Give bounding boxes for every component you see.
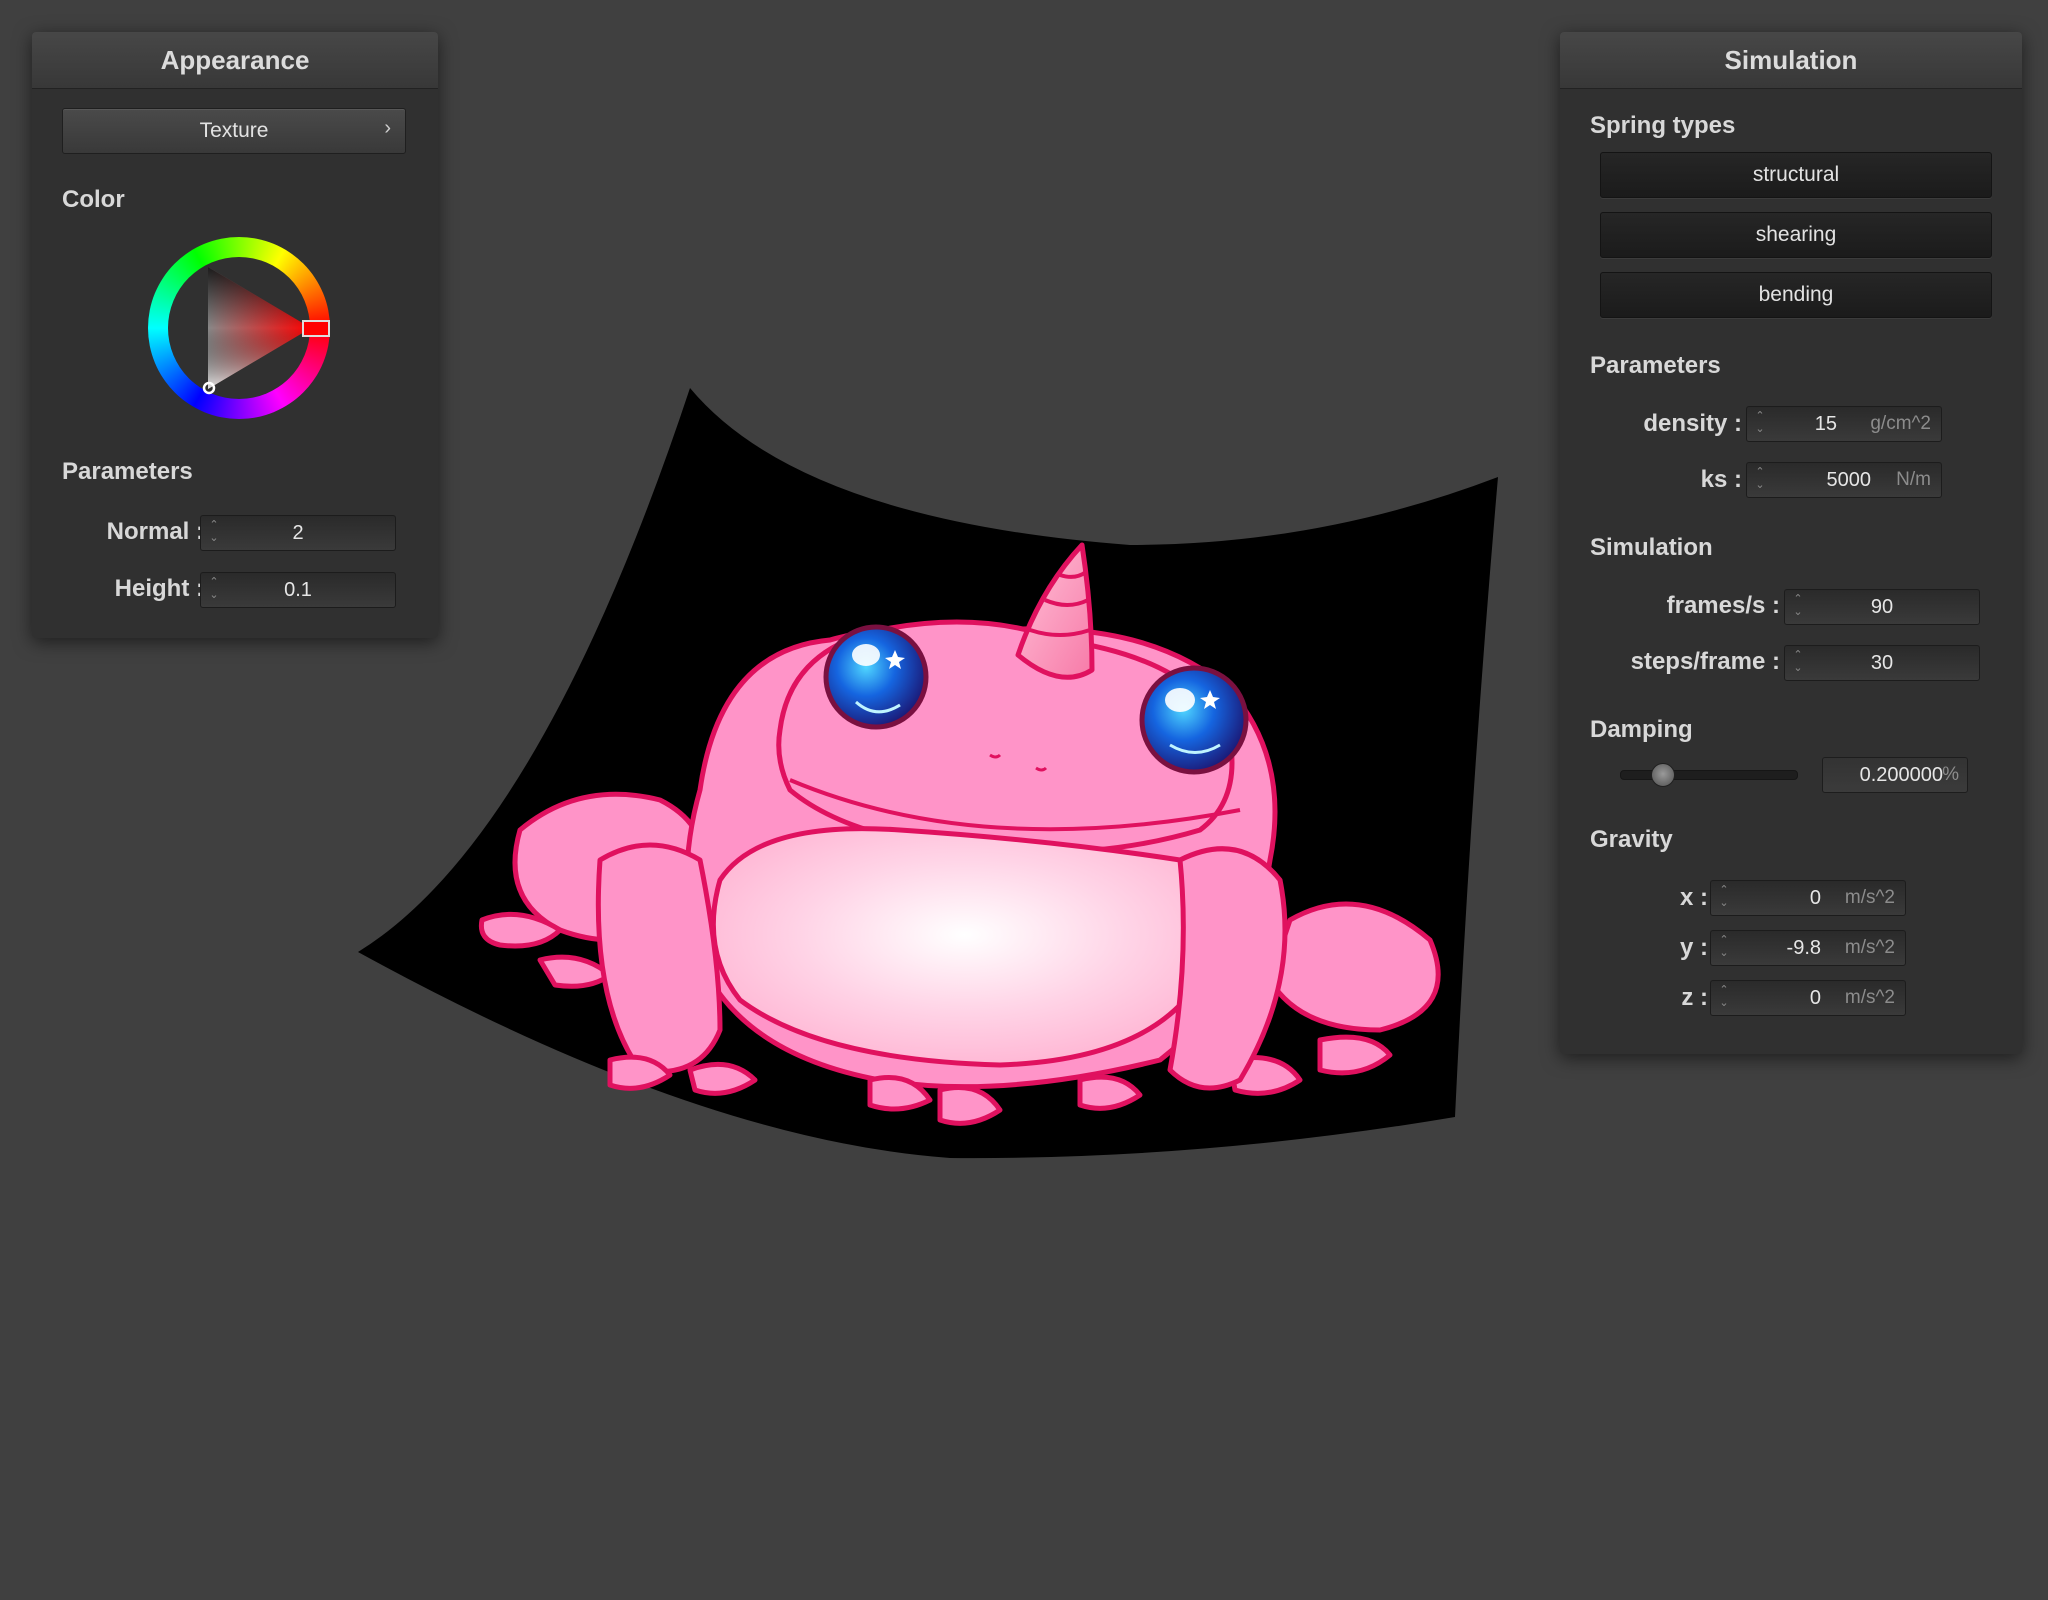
gravity-z-spinbox[interactable]: ⌃ ⌄ 0 m/s^2 [1710, 980, 1906, 1016]
gravity-x-value: 0 [1809, 887, 1821, 909]
damping-slider-knob[interactable] [1650, 763, 1675, 787]
up-down-arrows-icon[interactable]: ⌃ ⌄ [1753, 410, 1767, 438]
density-unit: g/cm^2 [1870, 413, 1931, 434]
ks-label: ks : [1700, 466, 1742, 493]
steps-per-frame-spinbox[interactable]: ⌃ ⌄ 30 [1784, 645, 1980, 681]
color-wheel[interactable] [148, 237, 330, 419]
damping-value: 0.200000 [1859, 764, 1943, 786]
ks-value: 5000 [1826, 469, 1872, 491]
texture-button[interactable]: Texture › [62, 108, 406, 154]
gravity-x-unit: m/s^2 [1844, 887, 1895, 908]
normal-value: 2 [292, 522, 304, 544]
gravity-y-value: -9.8 [1786, 937, 1821, 959]
ks-spinbox[interactable]: ⌃ ⌄ 5000 N/m [1746, 462, 1942, 498]
simulation-parameters-label: Parameters [1590, 352, 1721, 379]
density-value: 15 [1814, 413, 1837, 435]
color-section-label: Color [62, 186, 125, 213]
frames-per-s-value: 90 [1870, 596, 1894, 618]
up-down-arrows-icon[interactable]: ⌃ ⌄ [1717, 884, 1731, 912]
damping-value-box[interactable]: 0.200000 % [1822, 757, 1968, 793]
damping-unit: % [1942, 764, 1959, 785]
gravity-z-label: z : [1681, 984, 1708, 1011]
simulation-section-label: Simulation [1590, 534, 1713, 561]
appearance-panel-title[interactable]: Appearance [32, 32, 438, 89]
hue-marker[interactable] [302, 320, 330, 337]
frames-per-s-label: frames/s : [1666, 592, 1780, 619]
normal-spinbox[interactable]: ⌃ ⌄ 2 [200, 515, 396, 551]
height-value: 0.1 [284, 579, 312, 601]
frames-per-s-spinbox[interactable]: ⌃ ⌄ 90 [1784, 589, 1980, 625]
height-spinbox[interactable]: ⌃ ⌄ 0.1 [200, 572, 396, 608]
gravity-y-unit: m/s^2 [1844, 937, 1895, 958]
gravity-z-unit: m/s^2 [1844, 987, 1895, 1008]
gravity-x-label: x : [1679, 884, 1708, 911]
gravity-z-value: 0 [1809, 987, 1821, 1009]
density-label: density : [1643, 410, 1742, 437]
height-label: Height : [114, 575, 204, 602]
simulation-panel-title[interactable]: Simulation [1560, 32, 2022, 89]
gravity-x-spinbox[interactable]: ⌃ ⌄ 0 m/s^2 [1710, 880, 1906, 916]
appearance-parameters-label: Parameters [62, 458, 193, 485]
simulation-panel: Simulation Spring types structural shear… [1560, 32, 2022, 1054]
ks-unit: N/m [1896, 469, 1931, 490]
appearance-panel: Appearance Texture › Color Parameters No… [32, 32, 438, 638]
steps-per-frame-label: steps/frame : [1630, 648, 1780, 675]
up-down-arrows-icon[interactable]: ⌃ ⌄ [1753, 466, 1767, 494]
steps-per-frame-value: 30 [1870, 652, 1894, 674]
normal-label: Normal : [106, 518, 204, 545]
density-spinbox[interactable]: ⌃ ⌄ 15 g/cm^2 [1746, 406, 1942, 442]
spring-types-label: Spring types [1590, 112, 1736, 139]
texture-button-label: Texture [199, 119, 269, 142]
shearing-button[interactable]: shearing [1600, 212, 1992, 258]
structural-button[interactable]: structural [1600, 152, 1992, 198]
gravity-label: Gravity [1590, 826, 1673, 853]
damping-slider-track[interactable] [1620, 770, 1798, 780]
chevron-right-icon: › [384, 117, 391, 139]
up-down-arrows-icon[interactable]: ⌃ ⌄ [1717, 934, 1731, 962]
bending-button[interactable]: bending [1600, 272, 1992, 318]
up-down-arrows-icon[interactable]: ⌃ ⌄ [1717, 984, 1731, 1012]
damping-label: Damping [1590, 716, 1693, 743]
gravity-y-label: y : [1679, 934, 1708, 961]
gravity-y-spinbox[interactable]: ⌃ ⌄ -9.8 m/s^2 [1710, 930, 1906, 966]
